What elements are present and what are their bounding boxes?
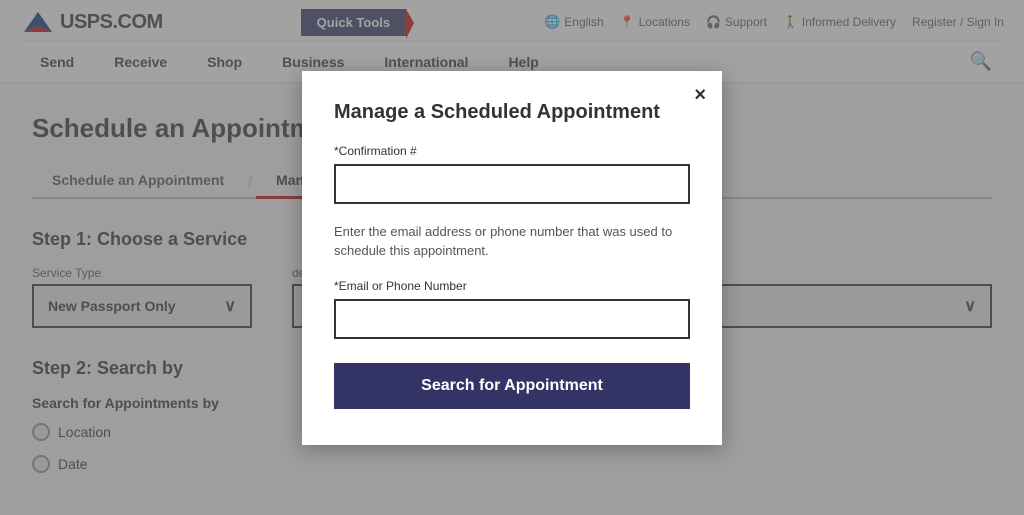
modal-title: Manage a Scheduled Appointment xyxy=(334,101,690,124)
email-phone-label: *Email or Phone Number xyxy=(334,279,690,293)
modal-description: Enter the email address or phone number … xyxy=(334,222,690,261)
modal-close-button[interactable]: × xyxy=(694,85,706,105)
confirmation-label-text: *Confirmation # xyxy=(334,144,417,158)
modal-overlay: × Manage a Scheduled Appointment *Confir… xyxy=(0,0,1024,515)
search-appointment-button[interactable]: Search for Appointment xyxy=(334,363,690,409)
email-phone-label-text: *Email or Phone Number xyxy=(334,279,467,293)
confirmation-input[interactable] xyxy=(334,164,690,204)
modal: × Manage a Scheduled Appointment *Confir… xyxy=(302,71,722,445)
email-phone-input[interactable] xyxy=(334,299,690,339)
confirmation-label: *Confirmation # xyxy=(334,144,690,158)
